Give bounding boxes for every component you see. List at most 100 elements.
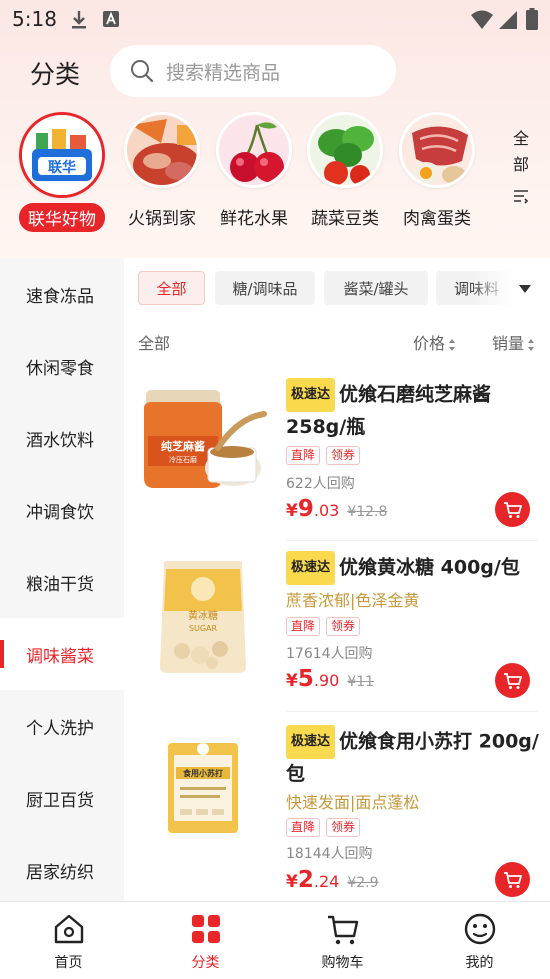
price-integer: 9 — [297, 496, 314, 522]
all-categories-toggle[interactable]: 全 部 — [510, 126, 532, 212]
expand-list-icon — [514, 190, 529, 204]
category-meat[interactable]: 肉禽蛋类 — [392, 112, 482, 229]
category-grid-icon — [191, 915, 220, 943]
category-label: 火锅到家 — [128, 209, 196, 229]
repurchase-count: 622人回购 — [286, 476, 355, 492]
chevron-down-icon[interactable] — [518, 284, 532, 294]
sidebar-item-personal-care[interactable]: 个人洗护 — [0, 690, 124, 762]
search-icon — [131, 60, 154, 83]
price-currency: ¥ — [286, 501, 298, 521]
category-image — [399, 112, 475, 188]
nav-home[interactable]: 首页 — [0, 902, 137, 979]
shopping-cart-icon — [327, 915, 358, 945]
nav-category[interactable]: 分类 — [137, 902, 274, 979]
product-card[interactable]: 食用小苏打 极速达 优飨食用小苏打 200g/包 快速发面|面点蓬松 直降 领券 1… — [124, 725, 550, 901]
sidebar-item-label: 速食冻品 — [26, 286, 94, 307]
nav-label: 首页 — [54, 955, 83, 971]
nav-profile[interactable]: 我的 — [411, 902, 548, 979]
sort-all[interactable]: 全部 — [138, 330, 170, 354]
sidebar-item-label: 粮油干货 — [26, 574, 94, 595]
category-hotpot[interactable]: 火锅到家 — [117, 112, 207, 229]
sidebar-item-drinks[interactable]: 酒水饮料 — [0, 402, 124, 474]
filter-chip-sugar[interactable]: 糖/调味品 — [215, 271, 315, 305]
add-to-cart-button[interactable] — [495, 663, 530, 698]
sidebar-item-label: 冲调食饮 — [26, 502, 94, 523]
svg-text:纯芝麻酱: 纯芝麻酱 — [161, 439, 205, 453]
sidebar-item-label: 厨卫百货 — [26, 790, 94, 811]
sidebar-item-seasoning[interactable]: 调味酱菜 — [0, 618, 124, 690]
sidebar-item-grain-oil[interactable]: 粮油干货 — [0, 546, 124, 618]
category-lianhua[interactable]: 联华 联华好物 — [17, 112, 107, 232]
product-title: 极速达 优飨石磨纯芝麻酱 258g/瓶 — [286, 378, 542, 442]
filter-chip-pickles[interactable]: 酱菜/罐头 — [324, 271, 428, 305]
product-subtitle: 蔗香浓郁|色泽金黄 — [286, 591, 420, 610]
signal-icon — [499, 11, 517, 29]
chips-fade — [470, 258, 550, 318]
notification-a-icon — [103, 11, 119, 27]
status-bar: 5:18 — [0, 0, 550, 38]
product-card[interactable]: 黄冰糖 SUGAR 极速达 优飨黄冰糖 400g/包 蔗香浓郁|色泽金黄 直降 领券… — [124, 551, 550, 711]
svg-text:冷压石磨: 冷压石磨 — [169, 455, 197, 464]
sidebar-item-label: 调味酱菜 — [26, 646, 94, 667]
cherry-image — [219, 115, 289, 185]
category-fruit[interactable]: 鲜花水果 — [209, 112, 299, 229]
filter-chip-all[interactable]: 全部 — [138, 271, 205, 305]
sidebar-item-frozen[interactable]: 速食冻品 — [0, 258, 124, 330]
original-price: ¥12.8 — [347, 504, 388, 520]
status-time: 5:18 — [12, 7, 57, 31]
sidebar-item-label: 酒水饮料 — [26, 430, 94, 451]
category-label: 联华好物 — [19, 203, 105, 232]
hotpot-image — [127, 115, 197, 185]
sort-sales[interactable]: 销量 — [492, 330, 535, 354]
product-title: 极速达 优飨食用小苏打 200g/包 — [286, 725, 542, 789]
divider — [286, 711, 538, 712]
product-subtitle: 快速发面|面点蓬松 — [286, 793, 420, 812]
lianhua-basket-image: 联华 — [22, 115, 102, 195]
category-image — [307, 112, 383, 188]
sort-price[interactable]: 价格 — [413, 330, 456, 354]
product-tags: 直降 领券 — [286, 444, 366, 465]
original-price: ¥11 — [347, 674, 375, 690]
category-label: 肉禽蛋类 — [403, 209, 471, 229]
divider — [286, 540, 538, 541]
sort-price-label: 价格 — [413, 334, 446, 353]
svg-text:食用小苏打: 食用小苏打 — [183, 768, 223, 778]
bottom-navigation: 首页 分类 购物车 我的 — [0, 901, 550, 979]
sidebar-item-brew[interactable]: 冲调食饮 — [0, 474, 124, 546]
profile-face-icon — [464, 913, 495, 945]
sort-arrows-icon — [528, 338, 535, 351]
nav-label: 我的 — [465, 955, 494, 971]
add-to-cart-button[interactable] — [495, 862, 530, 897]
product-price: ¥5.90 ¥11 — [286, 666, 374, 692]
product-image: 纯芝麻酱 冷压石磨 — [138, 378, 268, 508]
product-title-text: 优飨黄冰糖 400g/包 — [339, 556, 520, 579]
original-price: ¥2.9 — [347, 875, 379, 891]
svg-text:SUGAR: SUGAR — [189, 624, 218, 633]
nav-label: 分类 — [191, 955, 220, 971]
tag-price-cut: 直降 — [286, 446, 321, 465]
product-card[interactable]: 纯芝麻酱 冷压石磨 极速达 优飨石磨纯芝麻酱 258g/瓶 直降 领券 622人回购… — [124, 378, 550, 538]
search-input[interactable]: 搜索精选商品 — [110, 45, 396, 97]
price-decimal: .24 — [313, 872, 340, 891]
category-sidebar: 速食冻品 休闲零食 酒水饮料 冲调食饮 粮油干货 调味酱菜 个人洗护 厨卫百货 … — [0, 258, 124, 902]
product-tags: 直降 领券 — [286, 615, 366, 636]
page-title: 分类 — [30, 60, 81, 89]
svg-text:联华: 联华 — [48, 159, 76, 176]
category-label: 鲜花水果 — [220, 209, 288, 229]
express-badge: 极速达 — [286, 725, 336, 759]
product-image: 食用小苏打 — [138, 725, 268, 855]
product-tags: 直降 领券 — [286, 816, 366, 837]
product-title: 极速达 优飨黄冰糖 400g/包 — [286, 551, 542, 585]
sidebar-item-home-textile[interactable]: 居家纺织 — [0, 834, 124, 906]
product-image: 黄冰糖 SUGAR — [138, 551, 268, 681]
tag-coupon: 领券 — [326, 446, 361, 465]
category-vegetable[interactable]: 蔬菜豆类 — [300, 112, 390, 229]
price-integer: 2 — [297, 867, 314, 893]
sidebar-item-snacks[interactable]: 休闲零食 — [0, 330, 124, 402]
nav-cart[interactable]: 购物车 — [274, 902, 411, 979]
add-to-cart-button[interactable] — [495, 492, 530, 527]
tag-coupon: 领券 — [326, 818, 361, 837]
price-currency: ¥ — [286, 872, 298, 892]
meat-image — [402, 115, 472, 185]
sidebar-item-kitchen-bath[interactable]: 厨卫百货 — [0, 762, 124, 834]
